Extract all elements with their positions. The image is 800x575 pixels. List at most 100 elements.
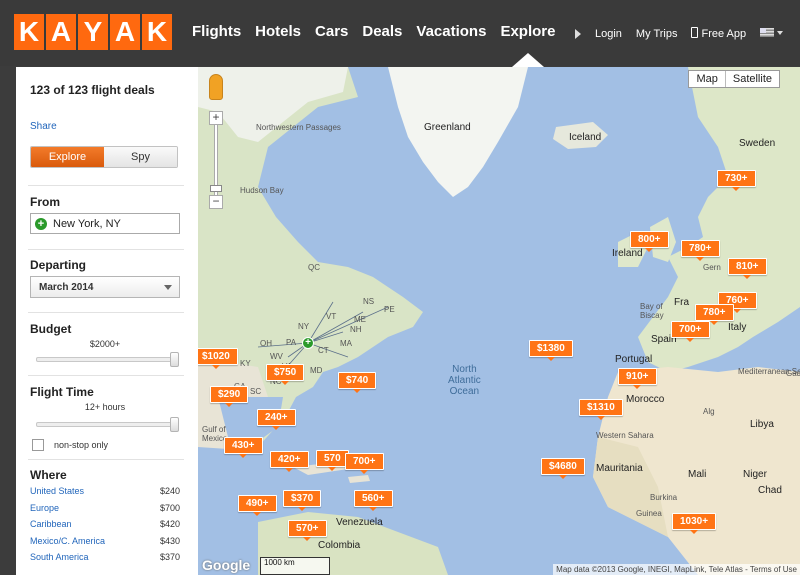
where-name[interactable]: South America	[30, 552, 89, 569]
zoom-slider-knob[interactable]	[210, 185, 222, 192]
where-price: $430	[159, 535, 180, 546]
top-nav-bar: K A Y A K Flights Hotels Cars Deals Vaca…	[0, 0, 800, 67]
deal-marker[interactable]: 570+	[288, 520, 327, 541]
login-link[interactable]: Login	[595, 28, 622, 40]
where-label: Where	[30, 468, 67, 482]
free-app-link[interactable]: Free App	[691, 27, 746, 40]
label-sc: SC	[250, 387, 262, 396]
filter-sidebar: 123 of 123 flight deals Share Explore Sp…	[16, 67, 198, 575]
where-name[interactable]: Caribbean	[30, 519, 72, 536]
label-morocco: Morocco	[626, 394, 665, 405]
deal-marker[interactable]: 570	[316, 450, 349, 471]
deal-marker[interactable]: 430+	[224, 437, 263, 458]
deal-marker[interactable]: $290	[210, 386, 249, 407]
deal-marker[interactable]: $1380	[529, 340, 573, 361]
where-row-caribbean[interactable]: Caribbean $420	[30, 519, 180, 536]
flight-time-slider-handle[interactable]	[170, 417, 179, 432]
free-app-label: Free App	[701, 28, 747, 40]
deal-marker[interactable]: 910+	[618, 368, 657, 389]
deal-marker[interactable]: 800+	[630, 231, 669, 252]
chevron-down-icon	[164, 284, 172, 290]
label-sweden: Sweden	[739, 138, 776, 149]
explore-spy-toggle: Explore Spy	[30, 146, 178, 168]
budget-slider[interactable]	[36, 352, 179, 367]
departing-select[interactable]: March 2014	[30, 276, 180, 298]
flight-time-label: Flight Time	[30, 385, 94, 399]
nonstop-checkbox[interactable]	[32, 439, 44, 451]
label-ct: CT	[318, 346, 329, 355]
deal-marker[interactable]: $740	[338, 372, 377, 393]
nonstop-filter[interactable]: non-stop only	[32, 439, 182, 451]
nav-explore[interactable]: Explore	[500, 23, 555, 67]
nav-cars[interactable]: Cars	[315, 23, 348, 40]
deal-marker[interactable]: $4680	[541, 458, 585, 479]
deal-marker[interactable]: 420+	[270, 451, 309, 472]
deal-marker[interactable]: $370	[283, 490, 322, 511]
deal-marker[interactable]: $750	[266, 364, 305, 385]
map-type-control: Map Satellite	[688, 70, 780, 88]
deal-marker[interactable]: $1020	[198, 348, 238, 369]
from-input[interactable]: + New York, NY	[30, 213, 180, 234]
deal-marker[interactable]: 810+	[728, 258, 767, 279]
label-france: Fra	[674, 297, 689, 308]
deal-marker[interactable]: 490+	[238, 495, 277, 516]
explore-toggle-button[interactable]: Explore	[31, 147, 104, 167]
nav-vacations[interactable]: Vacations	[416, 23, 486, 40]
divider	[28, 459, 184, 460]
where-row-mexico[interactable]: Mexico/C. America $430	[30, 536, 180, 553]
nav-deals[interactable]: Deals	[362, 23, 402, 40]
nav-flights[interactable]: Flights	[192, 23, 241, 40]
where-name[interactable]: Mexico/C. America	[30, 536, 105, 553]
share-link[interactable]: Share	[30, 121, 182, 132]
label-greenland: Greenland	[424, 122, 471, 133]
more-arrow-icon[interactable]	[575, 28, 581, 39]
label-chad: Chad	[758, 485, 782, 496]
label-guinea: Guinea	[636, 509, 662, 518]
locale-selector[interactable]	[760, 27, 784, 40]
nav-hotels[interactable]: Hotels	[255, 23, 301, 40]
label-western-sahara: Western Sahara	[596, 431, 654, 440]
satellite-view-button[interactable]: Satellite	[724, 71, 779, 87]
map-attribution[interactable]: Map data ©2013 Google, INEGI, MapLink, T…	[553, 564, 800, 575]
where-name[interactable]: Europe	[30, 503, 59, 520]
where-price: $700	[159, 502, 180, 513]
deal-marker[interactable]: 240+	[257, 409, 296, 430]
where-name[interactable]: United States	[30, 486, 84, 503]
from-label: From	[30, 195, 60, 209]
zoom-out-button[interactable]: −	[209, 195, 223, 209]
deal-marker[interactable]: 700+	[671, 321, 710, 342]
deal-marker[interactable]: 560+	[354, 490, 393, 511]
deal-marker[interactable]: $1310	[579, 399, 623, 420]
deals-map[interactable]: Greenland Iceland Sweden Ireland Spain P…	[198, 67, 800, 575]
kayak-logo[interactable]: K A Y A K	[14, 14, 172, 50]
logo-letter: A	[46, 14, 76, 50]
plus-icon: +	[35, 217, 47, 230]
label-md: MD	[310, 366, 323, 375]
label-mauritania: Mauritania	[596, 463, 643, 474]
deal-marker[interactable]: 780+	[695, 304, 734, 325]
origin-pin-icon: +	[302, 337, 314, 349]
my-trips-link[interactable]: My Trips	[636, 28, 678, 40]
deal-marker[interactable]: 1030+	[672, 513, 717, 534]
label-vt: VT	[326, 312, 337, 321]
deal-marker[interactable]: 700+	[345, 453, 384, 474]
label-bay-of-biscay: Bay of Biscay	[640, 302, 664, 320]
street-view-pegman-icon[interactable]	[209, 74, 223, 100]
label-ireland: Ireland	[612, 248, 643, 259]
budget-slider-handle[interactable]	[170, 352, 179, 367]
spy-toggle-button[interactable]: Spy	[104, 147, 177, 167]
deal-marker[interactable]: 780+	[681, 240, 720, 261]
deal-marker[interactable]: 730+	[717, 170, 756, 191]
label-ky: KY	[240, 359, 251, 368]
label-gad: Gad	[786, 369, 800, 378]
zoom-slider[interactable]	[210, 125, 222, 195]
departing-value: March 2014	[39, 281, 94, 293]
where-row-south-america[interactable]: South America $370	[30, 552, 180, 569]
zoom-in-button[interactable]: +	[209, 111, 223, 125]
where-row-europe[interactable]: Europe $700	[30, 503, 180, 520]
where-price: $240	[159, 486, 180, 496]
where-row-united-states[interactable]: United States $240	[30, 486, 180, 503]
where-price: $420	[159, 519, 180, 529]
map-view-button[interactable]: Map	[689, 71, 724, 87]
flight-time-slider[interactable]	[36, 417, 179, 432]
